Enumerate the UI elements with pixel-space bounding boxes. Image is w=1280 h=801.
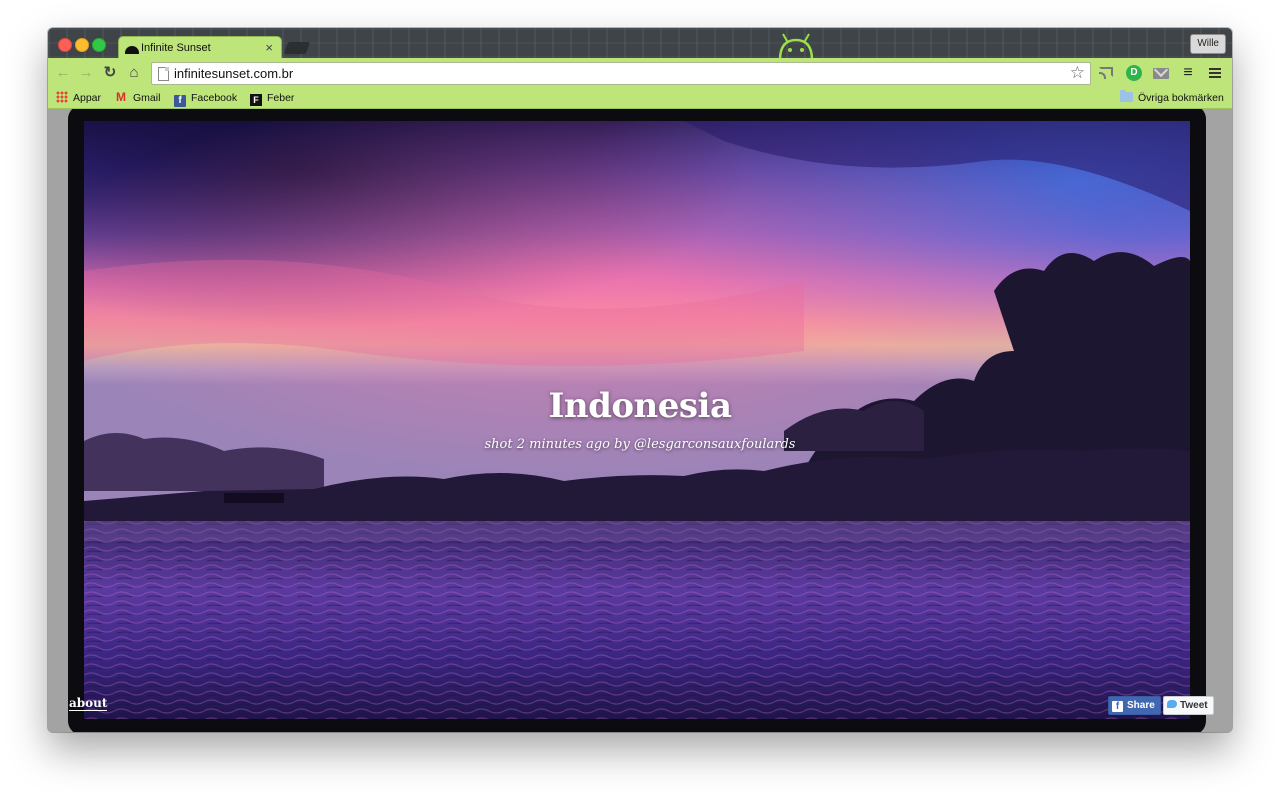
- twitter-bird-icon: [1167, 700, 1177, 708]
- other-bookmarks-label: Övriga bokmärken: [1138, 92, 1224, 104]
- bookmark-facebook[interactable]: f Facebook: [174, 90, 238, 107]
- window-maximize-button[interactable]: [92, 38, 106, 52]
- mail-extension-icon[interactable]: [1153, 65, 1169, 81]
- bookmark-label: Feber: [267, 92, 295, 104]
- bookmark-gmail[interactable]: Gmail: [116, 89, 161, 106]
- bookmark-label: Appar: [73, 92, 102, 104]
- cast-icon[interactable]: [1099, 65, 1115, 81]
- folder-icon: [1120, 90, 1133, 102]
- tweet-label: Tweet: [1180, 700, 1208, 711]
- bookmark-feber[interactable]: F Feber: [250, 90, 294, 106]
- page-viewport: Indonesia shot 2 minutes ago by @lesgarc…: [48, 109, 1232, 732]
- bookmark-label: Facebook: [191, 92, 238, 104]
- bookmark-appar[interactable]: Appar: [56, 90, 101, 106]
- apps-grid-icon: [56, 91, 68, 103]
- photo-credit[interactable]: shot 2 minutes ago by @lesgarconsauxfoul…: [48, 437, 1232, 452]
- window-minimize-button[interactable]: [75, 38, 89, 52]
- site-favicon-icon: [125, 46, 139, 54]
- facebook-icon: f: [174, 95, 186, 107]
- address-url[interactable]: infinitesunset.com.br: [174, 66, 293, 81]
- page-icon: [158, 67, 169, 81]
- browser-window: Infinite Sunset × Wille ← → ↻ ⌂ infinite…: [48, 28, 1232, 732]
- feber-icon: F: [250, 94, 262, 106]
- bookmarks-bar: Appar Gmail f Facebook F Feber Övriga bokm…: [48, 88, 1232, 109]
- tab-title: Infinite Sunset: [141, 42, 211, 54]
- bookmark-label: Gmail: [133, 92, 161, 104]
- bookmark-star-icon[interactable]: ☆: [1070, 63, 1085, 83]
- tab-close-icon[interactable]: ×: [265, 40, 273, 55]
- gmail-icon: [116, 89, 128, 105]
- new-tab-button[interactable]: [283, 42, 311, 54]
- android-theme-icon: [778, 33, 814, 60]
- facebook-share-button[interactable]: f Share: [1108, 696, 1161, 715]
- extension-green-icon[interactable]: D: [1126, 65, 1142, 81]
- share-label: Share: [1127, 700, 1155, 711]
- browser-toolbar: ← → ↻ ⌂ infinitesunset.com.br ☆ D ≡: [48, 58, 1232, 88]
- address-bar[interactable]: infinitesunset.com.br ☆: [151, 62, 1091, 85]
- about-link[interactable]: about: [69, 696, 108, 711]
- tab-strip: Infinite Sunset × Wille: [48, 28, 1232, 61]
- facebook-icon: f: [1112, 701, 1123, 712]
- browser-menu-icon[interactable]: [1208, 66, 1222, 80]
- photo-location-title: Indonesia: [548, 386, 732, 426]
- layers-extension-icon[interactable]: ≡: [1180, 65, 1196, 81]
- window-close-button[interactable]: [58, 38, 72, 52]
- forward-arrow-icon[interactable]: →: [77, 64, 95, 82]
- reload-icon[interactable]: ↻: [101, 64, 119, 82]
- other-bookmarks-folder[interactable]: Övriga bokmärken: [1120, 90, 1224, 106]
- tweet-button[interactable]: Tweet: [1163, 696, 1214, 715]
- home-icon[interactable]: ⌂: [125, 64, 143, 82]
- back-arrow-icon[interactable]: ←: [54, 64, 72, 82]
- profile-button[interactable]: Wille: [1190, 34, 1226, 54]
